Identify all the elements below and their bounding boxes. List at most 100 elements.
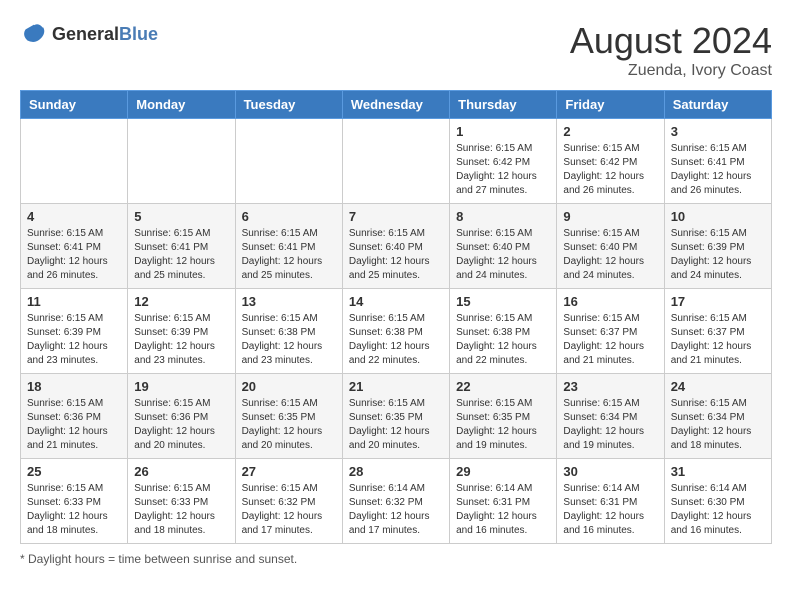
calendar-table: Sunday Monday Tuesday Wednesday Thursday… bbox=[20, 90, 772, 544]
day-info-16: Sunrise: 6:15 AMSunset: 6:37 PMDaylight:… bbox=[563, 312, 657, 368]
day-info-30: Sunrise: 6:14 AMSunset: 6:31 PMDaylight:… bbox=[563, 482, 657, 538]
week-row-3: 11 Sunrise: 6:15 AMSunset: 6:39 PMDayligh… bbox=[21, 289, 772, 374]
day-info-23: Sunrise: 6:15 AMSunset: 6:34 PMDaylight:… bbox=[563, 397, 657, 453]
day-info-7: Sunrise: 6:15 AMSunset: 6:40 PMDaylight:… bbox=[349, 227, 443, 283]
day-number-20: 20 bbox=[242, 379, 336, 394]
day-number-26: 26 bbox=[134, 464, 228, 479]
header-thursday: Thursday bbox=[450, 91, 557, 119]
day-number-22: 22 bbox=[456, 379, 550, 394]
day-number-18: 18 bbox=[27, 379, 121, 394]
day-number-21: 21 bbox=[349, 379, 443, 394]
day-number-31: 31 bbox=[671, 464, 765, 479]
day-number-14: 14 bbox=[349, 294, 443, 309]
day-number-30: 30 bbox=[563, 464, 657, 479]
day-info-22: Sunrise: 6:15 AMSunset: 6:35 PMDaylight:… bbox=[456, 397, 550, 453]
cell-w1-d2 bbox=[128, 119, 235, 204]
day-info-27: Sunrise: 6:15 AMSunset: 6:32 PMDaylight:… bbox=[242, 482, 336, 538]
day-number-19: 19 bbox=[134, 379, 228, 394]
cell-w3-d3: 13 Sunrise: 6:15 AMSunset: 6:38 PMDayligh… bbox=[235, 289, 342, 374]
day-number-10: 10 bbox=[671, 209, 765, 224]
days-header-row: Sunday Monday Tuesday Wednesday Thursday… bbox=[21, 91, 772, 119]
cell-w5-d5: 29 Sunrise: 6:14 AMSunset: 6:31 PMDayligh… bbox=[450, 459, 557, 544]
logo-icon bbox=[20, 20, 48, 48]
cell-w3-d2: 12 Sunrise: 6:15 AMSunset: 6:39 PMDayligh… bbox=[128, 289, 235, 374]
day-info-24: Sunrise: 6:15 AMSunset: 6:34 PMDaylight:… bbox=[671, 397, 765, 453]
week-row-5: 25 Sunrise: 6:15 AMSunset: 6:33 PMDayligh… bbox=[21, 459, 772, 544]
cell-w2-d4: 7 Sunrise: 6:15 AMSunset: 6:40 PMDaylight… bbox=[342, 204, 449, 289]
day-info-8: Sunrise: 6:15 AMSunset: 6:40 PMDaylight:… bbox=[456, 227, 550, 283]
day-info-9: Sunrise: 6:15 AMSunset: 6:40 PMDaylight:… bbox=[563, 227, 657, 283]
day-info-29: Sunrise: 6:14 AMSunset: 6:31 PMDaylight:… bbox=[456, 482, 550, 538]
cell-w4-d4: 21 Sunrise: 6:15 AMSunset: 6:35 PMDayligh… bbox=[342, 374, 449, 459]
cell-w2-d1: 4 Sunrise: 6:15 AMSunset: 6:41 PMDaylight… bbox=[21, 204, 128, 289]
header-tuesday: Tuesday bbox=[235, 91, 342, 119]
day-number-12: 12 bbox=[134, 294, 228, 309]
cell-w2-d2: 5Sunrise: 6:15 AMSunset: 6:41 PMDaylight… bbox=[128, 204, 235, 289]
footer-daylight-label: Daylight hours bbox=[28, 552, 105, 566]
day-info-10: Sunrise: 6:15 AMSunset: 6:39 PMDaylight:… bbox=[671, 227, 765, 283]
day-info-11: Sunrise: 6:15 AMSunset: 6:39 PMDaylight:… bbox=[27, 312, 121, 368]
cell-w2-d6: 9 Sunrise: 6:15 AMSunset: 6:40 PMDaylight… bbox=[557, 204, 664, 289]
header-friday: Friday bbox=[557, 91, 664, 119]
cell-w4-d3: 20Sunrise: 6:15 AMSunset: 6:35 PMDayligh… bbox=[235, 374, 342, 459]
logo: GeneralBlue bbox=[20, 20, 158, 48]
logo-blue: Blue bbox=[119, 24, 158, 44]
week-row-4: 18 Sunrise: 6:15 AMSunset: 6:36 PMDayligh… bbox=[21, 374, 772, 459]
day-info-31: Sunrise: 6:14 AMSunset: 6:30 PMDaylight:… bbox=[671, 482, 765, 538]
cell-w5-d7: 31 Sunrise: 6:14 AMSunset: 6:30 PMDayligh… bbox=[664, 459, 771, 544]
header-saturday: Saturday bbox=[664, 91, 771, 119]
cell-w3-d7: 17 Sunrise: 6:15 AMSunset: 6:37 PMDayligh… bbox=[664, 289, 771, 374]
cell-w4-d2: 19Sunrise: 6:15 AMSunset: 6:36 PMDayligh… bbox=[128, 374, 235, 459]
day-number-25: 25 bbox=[27, 464, 121, 479]
footer-note: * Daylight hours = time between sunrise … bbox=[20, 552, 772, 566]
day-number-1: 1 bbox=[456, 124, 550, 139]
cell-w1-d7: 3Sunrise: 6:15 AMSunset: 6:41 PMDaylight… bbox=[664, 119, 771, 204]
cell-w1-d3 bbox=[235, 119, 342, 204]
day-number-28: 28 bbox=[349, 464, 443, 479]
day-number-9: 9 bbox=[563, 209, 657, 224]
week-row-2: 4 Sunrise: 6:15 AMSunset: 6:41 PMDaylight… bbox=[21, 204, 772, 289]
day-number-8: 8 bbox=[456, 209, 550, 224]
day-info-17: Sunrise: 6:15 AMSunset: 6:37 PMDaylight:… bbox=[671, 312, 765, 368]
day-info-13: Sunrise: 6:15 AMSunset: 6:38 PMDaylight:… bbox=[242, 312, 336, 368]
day-number-17: 17 bbox=[671, 294, 765, 309]
day-info-18: Sunrise: 6:15 AMSunset: 6:36 PMDaylight:… bbox=[27, 397, 121, 453]
cell-w5-d1: 25 Sunrise: 6:15 AMSunset: 6:33 PMDayligh… bbox=[21, 459, 128, 544]
cell-w5-d4: 28 Sunrise: 6:14 AMSunset: 6:32 PMDayligh… bbox=[342, 459, 449, 544]
day-info-21: Sunrise: 6:15 AMSunset: 6:35 PMDaylight:… bbox=[349, 397, 443, 453]
cell-w3-d1: 11 Sunrise: 6:15 AMSunset: 6:39 PMDayligh… bbox=[21, 289, 128, 374]
day-number-29: 29 bbox=[456, 464, 550, 479]
cell-w5-d3: 27 Sunrise: 6:15 AMSunset: 6:32 PMDayligh… bbox=[235, 459, 342, 544]
cell-w2-d3: 6Sunrise: 6:15 AMSunset: 6:41 PMDaylight… bbox=[235, 204, 342, 289]
month-year: August 2024 bbox=[570, 20, 772, 62]
cell-w1-d4 bbox=[342, 119, 449, 204]
day-number-13: 13 bbox=[242, 294, 336, 309]
day-info-3: Sunrise: 6:15 AMSunset: 6:41 PMDaylight:… bbox=[671, 142, 765, 198]
day-number-7: 7 bbox=[349, 209, 443, 224]
cell-w3-d5: 15Sunrise: 6:15 AMSunset: 6:38 PMDayligh… bbox=[450, 289, 557, 374]
header-wednesday: Wednesday bbox=[342, 91, 449, 119]
day-info-2: Sunrise: 6:15 AMSunset: 6:42 PMDaylight:… bbox=[563, 142, 657, 198]
location: Zuenda, Ivory Coast bbox=[570, 62, 772, 80]
day-number-16: 16 bbox=[563, 294, 657, 309]
day-number-15: 15 bbox=[456, 294, 550, 309]
day-info-1: Sunrise: 6:15 AMSunset: 6:42 PMDaylight:… bbox=[456, 142, 550, 198]
day-number-27: 27 bbox=[242, 464, 336, 479]
cell-w4-d1: 18 Sunrise: 6:15 AMSunset: 6:36 PMDayligh… bbox=[21, 374, 128, 459]
cell-w1-d1 bbox=[21, 119, 128, 204]
day-info-26: Sunrise: 6:15 AMSunset: 6:33 PMDaylight:… bbox=[134, 482, 228, 538]
day-info-4: Sunrise: 6:15 AMSunset: 6:41 PMDaylight:… bbox=[27, 227, 121, 283]
cell-w3-d4: 14Sunrise: 6:15 AMSunset: 6:38 PMDayligh… bbox=[342, 289, 449, 374]
cell-w2-d7: 10 Sunrise: 6:15 AMSunset: 6:39 PMDayligh… bbox=[664, 204, 771, 289]
header: GeneralBlue August 2024 Zuenda, Ivory Co… bbox=[20, 20, 772, 80]
cell-w4-d5: 22 Sunrise: 6:15 AMSunset: 6:35 PMDayligh… bbox=[450, 374, 557, 459]
cell-w2-d5: 8 Sunrise: 6:15 AMSunset: 6:40 PMDaylight… bbox=[450, 204, 557, 289]
cell-w5-d6: 30 Sunrise: 6:14 AMSunset: 6:31 PMDayligh… bbox=[557, 459, 664, 544]
header-sunday: Sunday bbox=[21, 91, 128, 119]
day-info-25: Sunrise: 6:15 AMSunset: 6:33 PMDaylight:… bbox=[27, 482, 121, 538]
day-info-12: Sunrise: 6:15 AMSunset: 6:39 PMDaylight:… bbox=[134, 312, 228, 368]
day-number-11: 11 bbox=[27, 294, 121, 309]
day-number-23: 23 bbox=[563, 379, 657, 394]
day-info-28: Sunrise: 6:14 AMSunset: 6:32 PMDaylight:… bbox=[349, 482, 443, 538]
day-number-4: 4 bbox=[27, 209, 121, 224]
